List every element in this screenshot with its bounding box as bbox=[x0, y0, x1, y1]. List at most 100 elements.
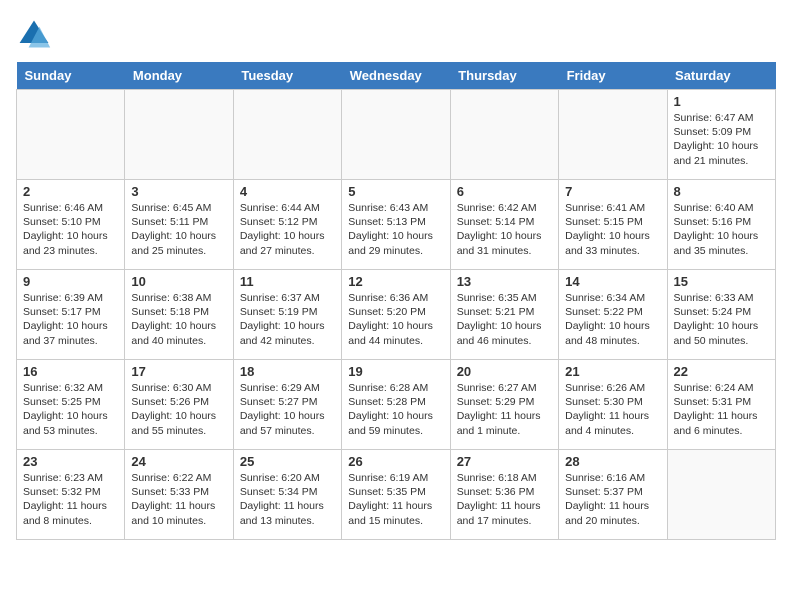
day-number: 23 bbox=[23, 454, 118, 469]
day-info: Sunrise: 6:44 AM bbox=[240, 201, 335, 215]
day-info: Sunset: 5:11 PM bbox=[131, 215, 226, 229]
day-info: Sunset: 5:29 PM bbox=[457, 395, 552, 409]
calendar-cell bbox=[450, 90, 558, 180]
day-info: Sunrise: 6:26 AM bbox=[565, 381, 660, 395]
calendar-cell: 27Sunrise: 6:18 AMSunset: 5:36 PMDayligh… bbox=[450, 450, 558, 540]
day-header-monday: Monday bbox=[125, 62, 233, 90]
day-info: Sunrise: 6:39 AM bbox=[23, 291, 118, 305]
calendar-cell: 6Sunrise: 6:42 AMSunset: 5:14 PMDaylight… bbox=[450, 180, 558, 270]
day-info: Sunset: 5:12 PM bbox=[240, 215, 335, 229]
calendar-cell: 8Sunrise: 6:40 AMSunset: 5:16 PMDaylight… bbox=[667, 180, 775, 270]
calendar-week-3: 9Sunrise: 6:39 AMSunset: 5:17 PMDaylight… bbox=[17, 270, 776, 360]
day-number: 17 bbox=[131, 364, 226, 379]
calendar-cell: 21Sunrise: 6:26 AMSunset: 5:30 PMDayligh… bbox=[559, 360, 667, 450]
day-info: Sunset: 5:24 PM bbox=[674, 305, 769, 319]
calendar-cell: 11Sunrise: 6:37 AMSunset: 5:19 PMDayligh… bbox=[233, 270, 341, 360]
calendar-cell bbox=[667, 450, 775, 540]
day-info: Daylight: 10 hours and 57 minutes. bbox=[240, 409, 335, 437]
day-info: Sunrise: 6:35 AM bbox=[457, 291, 552, 305]
calendar-cell: 26Sunrise: 6:19 AMSunset: 5:35 PMDayligh… bbox=[342, 450, 450, 540]
calendar-week-2: 2Sunrise: 6:46 AMSunset: 5:10 PMDaylight… bbox=[17, 180, 776, 270]
header bbox=[16, 16, 776, 52]
day-number: 6 bbox=[457, 184, 552, 199]
day-info: Sunset: 5:18 PM bbox=[131, 305, 226, 319]
day-info: Daylight: 10 hours and 55 minutes. bbox=[131, 409, 226, 437]
day-header-sunday: Sunday bbox=[17, 62, 125, 90]
day-info: Daylight: 10 hours and 23 minutes. bbox=[23, 229, 118, 257]
calendar-cell: 7Sunrise: 6:41 AMSunset: 5:15 PMDaylight… bbox=[559, 180, 667, 270]
calendar-cell bbox=[342, 90, 450, 180]
logo bbox=[16, 16, 58, 52]
day-info: Sunrise: 6:30 AM bbox=[131, 381, 226, 395]
day-number: 1 bbox=[674, 94, 769, 109]
day-number: 24 bbox=[131, 454, 226, 469]
calendar-cell: 13Sunrise: 6:35 AMSunset: 5:21 PMDayligh… bbox=[450, 270, 558, 360]
day-info: Sunset: 5:22 PM bbox=[565, 305, 660, 319]
day-info: Daylight: 10 hours and 25 minutes. bbox=[131, 229, 226, 257]
day-info: Daylight: 10 hours and 27 minutes. bbox=[240, 229, 335, 257]
day-info: Sunrise: 6:42 AM bbox=[457, 201, 552, 215]
day-header-thursday: Thursday bbox=[450, 62, 558, 90]
day-info: Sunrise: 6:27 AM bbox=[457, 381, 552, 395]
calendar-cell: 20Sunrise: 6:27 AMSunset: 5:29 PMDayligh… bbox=[450, 360, 558, 450]
day-info: Sunset: 5:13 PM bbox=[348, 215, 443, 229]
day-number: 7 bbox=[565, 184, 660, 199]
day-info: Sunrise: 6:36 AM bbox=[348, 291, 443, 305]
day-number: 2 bbox=[23, 184, 118, 199]
day-info: Sunset: 5:33 PM bbox=[131, 485, 226, 499]
day-info: Daylight: 10 hours and 48 minutes. bbox=[565, 319, 660, 347]
calendar-cell: 23Sunrise: 6:23 AMSunset: 5:32 PMDayligh… bbox=[17, 450, 125, 540]
day-info: Sunrise: 6:20 AM bbox=[240, 471, 335, 485]
day-number: 16 bbox=[23, 364, 118, 379]
day-number: 22 bbox=[674, 364, 769, 379]
calendar-header: SundayMondayTuesdayWednesdayThursdayFrid… bbox=[17, 62, 776, 90]
day-info: Daylight: 10 hours and 35 minutes. bbox=[674, 229, 769, 257]
day-number: 27 bbox=[457, 454, 552, 469]
day-number: 11 bbox=[240, 274, 335, 289]
day-number: 20 bbox=[457, 364, 552, 379]
day-info: Sunrise: 6:45 AM bbox=[131, 201, 226, 215]
day-info: Sunset: 5:09 PM bbox=[674, 125, 769, 139]
day-number: 18 bbox=[240, 364, 335, 379]
calendar-cell: 19Sunrise: 6:28 AMSunset: 5:28 PMDayligh… bbox=[342, 360, 450, 450]
day-info: Daylight: 10 hours and 53 minutes. bbox=[23, 409, 118, 437]
day-number: 15 bbox=[674, 274, 769, 289]
day-number: 21 bbox=[565, 364, 660, 379]
day-info: Sunset: 5:16 PM bbox=[674, 215, 769, 229]
day-info: Sunset: 5:25 PM bbox=[23, 395, 118, 409]
day-info: Sunrise: 6:38 AM bbox=[131, 291, 226, 305]
calendar-cell bbox=[559, 90, 667, 180]
calendar-cell: 28Sunrise: 6:16 AMSunset: 5:37 PMDayligh… bbox=[559, 450, 667, 540]
day-info: Sunset: 5:26 PM bbox=[131, 395, 226, 409]
calendar-cell: 17 Sunrise: 6:30 AMSunset: 5:26 PMDayligh… bbox=[125, 360, 233, 450]
calendar-cell: 25Sunrise: 6:20 AMSunset: 5:34 PMDayligh… bbox=[233, 450, 341, 540]
day-info: Daylight: 10 hours and 46 minutes. bbox=[457, 319, 552, 347]
day-info: Daylight: 11 hours and 8 minutes. bbox=[23, 499, 118, 527]
day-info: Sunrise: 6:24 AM bbox=[674, 381, 769, 395]
day-number: 13 bbox=[457, 274, 552, 289]
calendar-cell: 12Sunrise: 6:36 AMSunset: 5:20 PMDayligh… bbox=[342, 270, 450, 360]
day-info: Sunrise: 6:18 AM bbox=[457, 471, 552, 485]
day-info: Sunset: 5:28 PM bbox=[348, 395, 443, 409]
day-info: Sunset: 5:15 PM bbox=[565, 215, 660, 229]
day-info: Sunrise: 6:37 AM bbox=[240, 291, 335, 305]
day-info: Daylight: 11 hours and 15 minutes. bbox=[348, 499, 443, 527]
day-info: Daylight: 11 hours and 10 minutes. bbox=[131, 499, 226, 527]
day-info: Sunset: 5:36 PM bbox=[457, 485, 552, 499]
calendar-cell: 14Sunrise: 6:34 AMSunset: 5:22 PMDayligh… bbox=[559, 270, 667, 360]
day-info: Sunrise: 6:23 AM bbox=[23, 471, 118, 485]
day-info: Sunset: 5:31 PM bbox=[674, 395, 769, 409]
day-number: 9 bbox=[23, 274, 118, 289]
day-number: 26 bbox=[348, 454, 443, 469]
calendar-cell: 15Sunrise: 6:33 AMSunset: 5:24 PMDayligh… bbox=[667, 270, 775, 360]
day-number: 28 bbox=[565, 454, 660, 469]
day-info: Daylight: 11 hours and 20 minutes. bbox=[565, 499, 660, 527]
day-number: 25 bbox=[240, 454, 335, 469]
day-info: Sunset: 5:34 PM bbox=[240, 485, 335, 499]
day-info: Sunrise: 6:16 AM bbox=[565, 471, 660, 485]
calendar-cell: 4Sunrise: 6:44 AMSunset: 5:12 PMDaylight… bbox=[233, 180, 341, 270]
day-info: Sunrise: 6:28 AM bbox=[348, 381, 443, 395]
day-info: Daylight: 10 hours and 44 minutes. bbox=[348, 319, 443, 347]
day-header-tuesday: Tuesday bbox=[233, 62, 341, 90]
calendar-cell: 5Sunrise: 6:43 AMSunset: 5:13 PMDaylight… bbox=[342, 180, 450, 270]
